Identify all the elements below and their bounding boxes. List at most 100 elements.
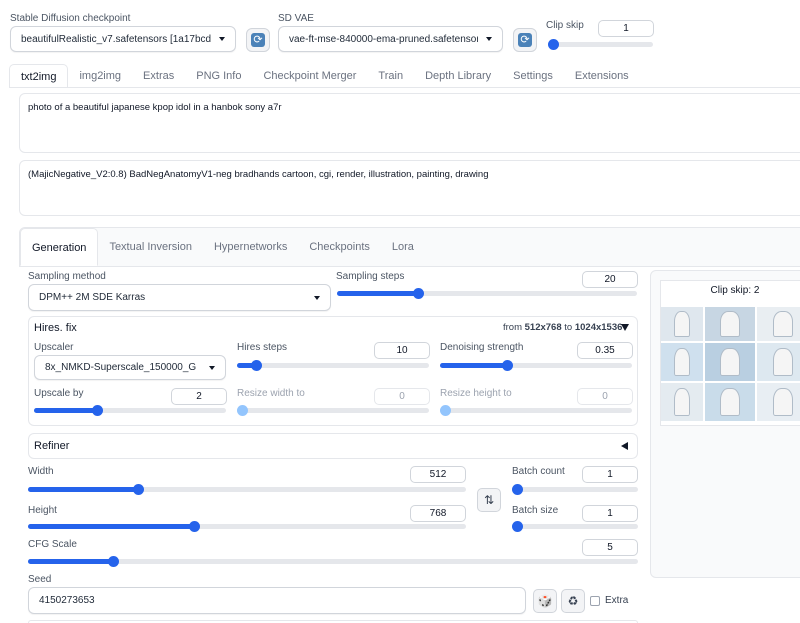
resize-width-label: Resize width to (237, 388, 305, 399)
sampling-method-label: Sampling method (28, 271, 106, 282)
grid-thumbnail[interactable] (661, 383, 703, 421)
slider-thumb[interactable] (413, 288, 424, 299)
slider-thumb[interactable] (512, 521, 523, 532)
main-tab-0[interactable]: txt2img (9, 64, 69, 88)
xyz-grid-image[interactable]: Clip skip: 2 (660, 280, 800, 426)
chevron-down-icon (209, 365, 215, 370)
grid-thumbnail[interactable] (757, 343, 800, 381)
upscale-by-slider[interactable] (34, 405, 226, 416)
prompt-textarea[interactable]: photo of a beautiful japanese kpop idol … (19, 93, 800, 153)
hires-steps-slider[interactable] (237, 360, 429, 371)
denoising-strength-slider[interactable] (440, 360, 632, 371)
negative-prompt-textarea[interactable]: (MajicNegative_V2:0.8) BadNegAnatomyV1-n… (19, 160, 800, 216)
sampling-method-dropdown[interactable]: DPM++ 2M SDE Karras (28, 284, 331, 311)
width-slider[interactable] (28, 484, 466, 495)
tabs-divider (9, 87, 800, 88)
sampling-steps-input[interactable]: 20 (582, 271, 638, 288)
clip-skip-label: Clip skip (546, 20, 584, 31)
collapse-icon[interactable] (621, 324, 629, 331)
upscaler-dropdown[interactable]: 8x_NMKD-Superscale_150000_G (34, 355, 226, 380)
sub-tab-2[interactable]: Hypernetworks (203, 228, 298, 266)
recycle-icon: ♻ (567, 594, 579, 608)
resize-width-slider[interactable] (237, 405, 429, 416)
batch-size-slider[interactable] (512, 521, 638, 532)
batch-count-label: Batch count (512, 466, 565, 477)
batch-count-slider[interactable] (512, 484, 638, 495)
checkpoint-value: beautifulRealistic_v7.safetensors [1a17b… (21, 33, 211, 45)
resize-height-slider[interactable] (440, 405, 632, 416)
resize-height-label: Resize height to (440, 388, 512, 399)
slider-fill (28, 487, 138, 492)
resize-width-input[interactable]: 0 (374, 388, 430, 405)
grid-thumbnail[interactable] (757, 307, 800, 341)
refresh-checkpoint-button[interactable]: ⟳ (246, 28, 270, 52)
seed-input[interactable]: 4150273653 (28, 587, 526, 614)
hires-from-size: 512x768 (524, 322, 562, 333)
cfg-scale-input[interactable]: 5 (582, 539, 638, 556)
main-tab-5[interactable]: Train (367, 64, 414, 88)
batch-count-input[interactable]: 1 (582, 466, 638, 483)
grid-thumbnail[interactable] (661, 307, 703, 341)
width-input[interactable]: 512 (410, 466, 466, 483)
batch-size-input[interactable]: 1 (582, 505, 638, 522)
main-tab-6[interactable]: Depth Library (414, 64, 502, 88)
swap-dimensions-button[interactable]: ⇅ (477, 488, 501, 512)
slider-thumb[interactable] (512, 484, 523, 495)
slider-thumb[interactable] (440, 405, 451, 416)
grid-thumbnail[interactable] (705, 343, 755, 381)
batch-size-label: Batch size (512, 505, 559, 516)
hires-fix-title[interactable]: Hires. fix (34, 322, 77, 334)
extra-checkbox[interactable] (590, 596, 600, 606)
hires-steps-input[interactable]: 10 (374, 342, 430, 359)
reuse-seed-button[interactable]: ♻ (561, 589, 585, 613)
slider-thumb[interactable] (548, 39, 559, 50)
resize-height-input[interactable]: 0 (577, 388, 633, 405)
hires-to-prefix: to (564, 322, 573, 333)
height-input[interactable]: 768 (410, 505, 466, 522)
hires-from-prefix: from (503, 322, 522, 333)
hires-size-info: from 512x768 to 1024x1536 (503, 322, 622, 333)
main-tab-8[interactable]: Extensions (564, 64, 640, 88)
vae-dropdown[interactable]: vae-ft-mse-840000-ema-pruned.safetensors (278, 26, 503, 52)
main-tab-3[interactable]: PNG Info (185, 64, 252, 88)
sub-tab-1[interactable]: Textual Inversion (98, 228, 203, 266)
main-tab-7[interactable]: Settings (502, 64, 564, 88)
slider-thumb[interactable] (237, 405, 248, 416)
vae-label: SD VAE (278, 13, 314, 24)
upscaler-label: Upscaler (34, 342, 74, 353)
sub-tab-3[interactable]: Checkpoints (298, 228, 381, 266)
sub-tab-4[interactable]: Lora (381, 228, 425, 266)
grid-thumbnail[interactable] (661, 343, 703, 381)
denoising-strength-input[interactable]: 0.35 (577, 342, 633, 359)
height-slider[interactable] (28, 521, 466, 532)
upscale-by-input[interactable]: 2 (171, 388, 227, 405)
grid-caption: Clip skip: 2 (710, 285, 760, 296)
clip-skip-input[interactable]: 1 (598, 20, 654, 37)
slider-fill (337, 291, 418, 296)
main-tab-4[interactable]: Checkpoint Merger (252, 64, 367, 88)
expand-icon[interactable] (621, 442, 628, 450)
slider-fill (28, 559, 114, 564)
slider-thumb[interactable] (132, 484, 144, 495)
slider-thumb[interactable] (108, 556, 120, 567)
slider-thumb[interactable] (189, 521, 201, 532)
hires-to-size: 1024x1536 (574, 322, 623, 333)
clip-skip-slider[interactable] (548, 39, 653, 50)
main-tab-1[interactable]: img2img (68, 64, 132, 88)
grid-thumbnail[interactable] (757, 383, 800, 421)
refresh-vae-button[interactable]: ⟳ (513, 28, 537, 52)
hires-steps-label: Hires steps (237, 342, 288, 353)
main-tab-2[interactable]: Extras (132, 64, 185, 88)
grid-thumbnail[interactable] (705, 307, 755, 341)
refiner-panel[interactable] (28, 433, 638, 459)
upscaler-value: 8x_NMKD-Superscale_150000_G (45, 362, 197, 373)
seed-value: 4150273653 (39, 595, 95, 606)
checkpoint-dropdown[interactable]: beautifulRealistic_v7.safetensors [1a17b… (10, 26, 236, 52)
random-seed-button[interactable]: 🎲 (533, 589, 557, 613)
chevron-down-icon (486, 37, 492, 41)
sampling-steps-slider[interactable] (337, 288, 637, 299)
slider-fill (440, 363, 508, 368)
sub-tab-0[interactable]: Generation (20, 228, 99, 266)
grid-thumbnail[interactable] (705, 383, 755, 421)
cfg-scale-slider[interactable] (28, 556, 638, 567)
